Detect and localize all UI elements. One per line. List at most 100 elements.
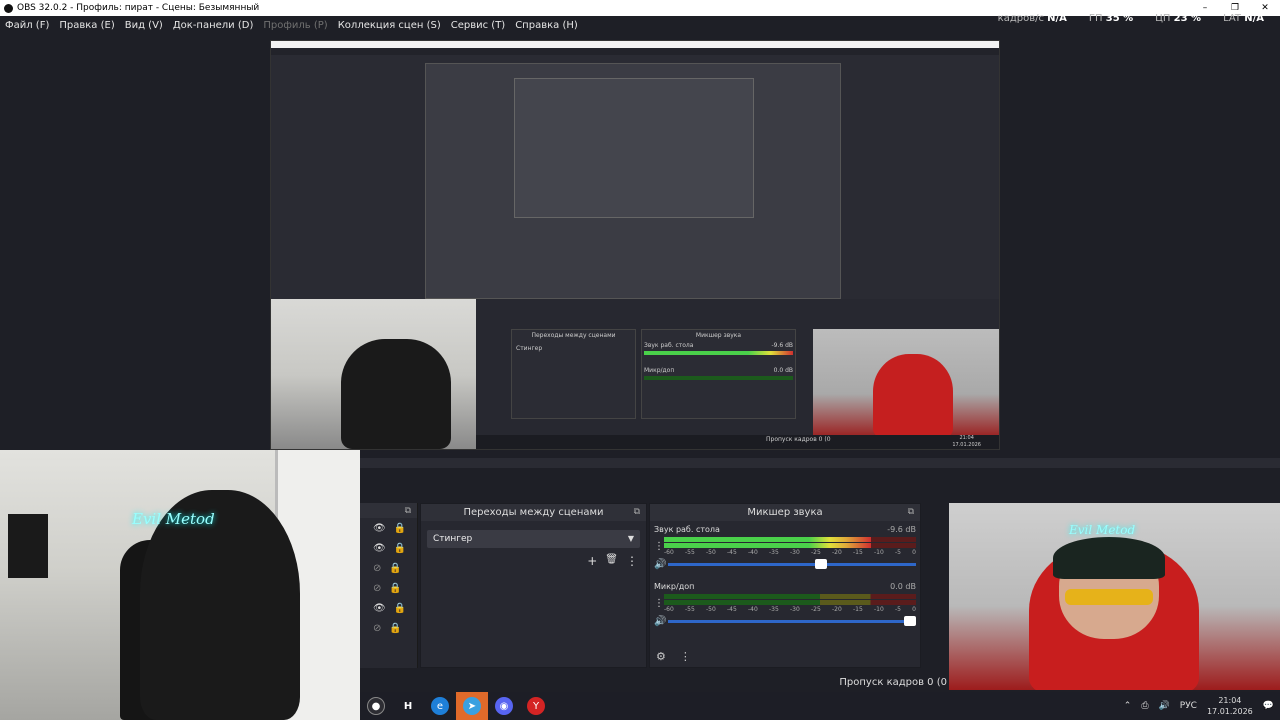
menu-scene-collection[interactable]: Коллекция сцен (S) [333,20,446,31]
mixer-title: Микшер звука [747,507,823,518]
person-right-cap [1053,537,1165,579]
lock-icon[interactable]: 🔒 [389,583,401,594]
preview-canvas[interactable]: Переходы между сценами Стингер Микшер зв… [270,40,1000,450]
transitions-title: Переходы между сценами [463,507,604,518]
menu-help[interactable]: Справка (H) [510,20,583,31]
notifications-icon[interactable]: 💬 [1263,701,1274,711]
track-db: 0.0 dB [890,582,916,591]
mixer-more-icon[interactable]: ⋮ [680,650,691,663]
sources-header: ⧉ [360,503,417,518]
obs-icon[interactable]: ● [360,692,392,720]
language-indicator[interactable]: РУС [1180,701,1197,711]
track-menu-icon[interactable]: ⋮ [654,598,664,609]
taskbar-clock[interactable]: 21:04 17.01.2026 [1207,695,1253,717]
source-row-6[interactable]: ⊘ 🔒 [360,618,417,638]
window-title: OBS 32.0.2 - Профиль: пират - Сцены: Без… [17,3,260,13]
preview-webcam-right [813,329,999,437]
visibility-hidden-icon[interactable]: ⊘ [373,583,381,594]
webcam-right: Evil Metod [949,503,1280,690]
discord-icon[interactable]: ◉ [488,692,520,720]
dock-float-icon[interactable]: ⧉ [908,504,914,521]
meter-scale: -60 -55 -50 -45 -40 -35 -30 -25 -20 -15 -10 -5 0 [664,606,916,613]
transition-select[interactable]: Стингер ▼ [427,530,640,548]
menu-docks[interactable]: Док-панели (D) [168,20,259,31]
visibility-eye-icon[interactable]: 👁 [373,543,386,554]
telegram-icon[interactable]: ➤ [456,692,488,720]
transition-select-value: Стингер [433,534,473,544]
lock-icon[interactable]: 🔒 [394,603,406,614]
sources-panel: ⧉ 👁 🔒 👁 🔒 ⊘ 🔒 ⊘ 🔒 👁 🔒 ⊘ 🔒 [360,503,418,668]
menu-edit[interactable]: Правка (E) [54,20,119,31]
volume-slider-handle[interactable] [814,559,827,569]
gpu-stat: ГП 35 % [1088,13,1134,24]
dropped-frames: Пропуск кадров 0 (0 [839,677,947,688]
menu-file[interactable]: Файл (F) [0,20,54,31]
neon-sign-right: Evil Metod [1069,523,1136,537]
preview-person-right [873,354,953,437]
mixer-track-desktop: Звук раб. стола -9.6 dB ⋮ -60 -55 -50 -45 -40… [650,521,920,570]
visibility-eye-icon[interactable]: 👁 [373,523,386,534]
speaker-icon[interactable]: 🔊 [654,559,668,570]
neon-sign: Evil Metod [132,510,215,528]
obs-app-icon [4,3,13,13]
meter-fill [664,543,871,548]
monitor-prop [8,514,48,578]
meter-fill [664,537,871,542]
preview-nested-docks: Переходы между сценами Стингер Микшер зв… [271,299,999,449]
visibility-eye-icon[interactable]: 👁 [373,603,386,614]
source-row-4[interactable]: ⊘ 🔒 [360,578,417,598]
source-row-2[interactable]: 👁 🔒 [360,538,417,558]
transitions-header: Переходы между сценами ⧉ [421,504,646,521]
stats-overlay: кадров/с N/A ГП 35 % ЦП 23 % LAT N/A [998,13,1264,24]
source-row-3[interactable]: ⊘ 🔒 [360,558,417,578]
visibility-hidden-icon[interactable]: ⊘ [373,623,381,634]
lock-icon[interactable]: 🔒 [389,623,401,634]
dock-float-icon[interactable]: ⧉ [405,506,411,516]
network-icon[interactable]: ⎙ [1141,701,1148,711]
yandex-icon[interactable]: Y [520,692,552,720]
volume-slider[interactable] [668,616,916,626]
menu-view[interactable]: Вид (V) [120,20,168,31]
mixer-settings-icon[interactable]: ⚙ [656,650,666,663]
preview-mixer-panel: Микшер звука Звук раб. стола -9.6 dB Микр… [641,329,796,419]
cpu-stat: ЦП 23 % [1155,13,1202,24]
track-menu-icon[interactable]: ⋮ [654,541,664,552]
menu-tools[interactable]: Сервис (T) [446,20,510,31]
menu-profile: Профиль (P) [263,19,328,31]
mixer-header: Микшер звука ⧉ [650,504,920,521]
preview-nested-menu [271,48,999,55]
volume-slider[interactable] [668,559,916,569]
lock-icon[interactable]: 🔒 [394,543,406,554]
tray-chevron-up-icon[interactable]: ⌃ [1124,701,1132,711]
hamster-icon[interactable]: H [392,692,424,720]
chevron-down-icon: ▼ [627,534,634,543]
edge-icon[interactable]: e [424,692,456,720]
volume-icon[interactable]: 🔊 [1159,701,1170,711]
audio-mixer-panel: Микшер звука ⧉ Звук раб. стола -9.6 dB ⋮ … [649,503,921,668]
lock-icon[interactable]: 🔒 [394,523,406,534]
track-name: Микр/доп [654,582,695,591]
lat-stat: LAT N/A [1223,13,1264,24]
webcam-left: Evil Metod [0,450,360,720]
visibility-hidden-icon[interactable]: ⊘ [373,563,381,574]
windows-taskbar: ● H e ➤ ◉ Y ⌃ ⎙ 🔊 РУС 21:04 17.01.2026 💬 [360,692,1280,720]
yellow-glasses [1065,589,1153,605]
preview-transitions-panel: Переходы между сценами Стингер [511,329,636,419]
volume-slider-handle[interactable] [904,616,916,626]
preview-nested-capture-inner [514,78,754,218]
lock-icon[interactable]: 🔒 [389,563,401,574]
source-row-1[interactable]: 👁 🔒 [360,518,417,538]
transition-more-button[interactable]: ⋮ [626,554,638,568]
remove-transition-button[interactable]: 🗑 [605,554,618,568]
dock-float-icon[interactable]: ⧉ [634,504,640,521]
mixer-footer: ⚙ ⋮ [656,650,691,663]
preview-nested-capture [425,63,841,299]
add-transition-button[interactable]: + [587,554,597,568]
track-name: Звук раб. стола [654,525,720,534]
volume-meter: -60 -55 -50 -45 -40 -35 -30 -25 -20 -15 -10 -5 0 [664,537,916,556]
preview-taskbar: Пропуск кадров 0 (0 21:04 17.01.2026 [476,435,999,449]
preview-area: Переходы между сценами Стингер Микшер зв… [0,34,1280,462]
track-db: -9.6 dB [887,525,916,534]
source-row-5[interactable]: 👁 🔒 [360,598,417,618]
speaker-icon[interactable]: 🔊 [654,616,668,627]
